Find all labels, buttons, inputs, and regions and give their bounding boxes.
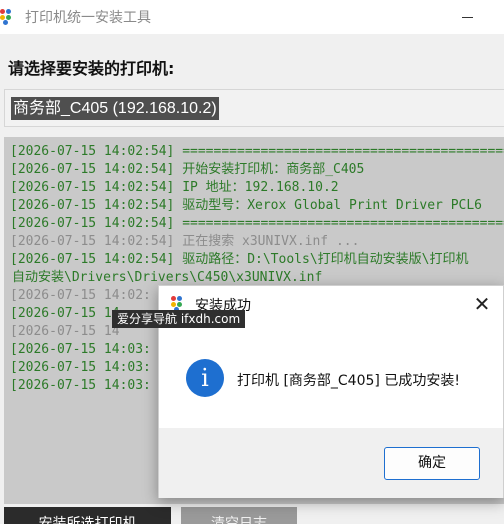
close-icon[interactable]: ✕ [465,290,499,318]
watermark: 爱分享导航 ifxdh.com [112,310,246,328]
dialog-message: 打印机 [商务部_C405] 已成功安装! [237,373,460,389]
info-icon: i [186,359,224,397]
log-line: [2026-07-15 14:02:54] 开始安装打印机：商务部_C405 [10,162,365,177]
install-printer-button[interactable]: 安装所选打印机 [4,507,171,524]
clear-log-button[interactable]: 清空日志 [181,507,297,524]
log-line: [2026-07-15 14:02:54] ==================… [10,144,504,159]
log-line: [2026-07-15 14:02:54] 驱动路径：D:\Tools\打印机自… [10,252,469,267]
window-title: 打印机统一安装工具 [25,10,151,26]
log-line: [2026-07-15 14:02:54] IP 地址：192.168.10.2 [10,180,339,195]
log-line: [2026-07-15 14 [10,324,120,339]
log-line: [2026-07-15 14 [10,306,120,321]
dialog-footer: 确定 [159,428,503,498]
minimize-button[interactable] [448,0,488,34]
log-line: [2026-07-15 14:03: [10,342,151,357]
ok-button[interactable]: 确定 [384,447,480,480]
log-line: [2026-07-15 14:02:54] 驱动型号：Xerox Global … [10,198,483,213]
title-bar: 打印机统一安装工具 [0,0,504,34]
app-dots-icon [0,9,16,25]
select-printer-label: 请选择要安装的打印机: [8,59,175,78]
log-line: [2026-07-15 14:03: [10,360,151,375]
log-line: [2026-07-15 14:02: [10,288,151,303]
log-line: [2026-07-15 14:02:54] ==================… [10,216,504,231]
printer-select-value: 商务部_C405 (192.168.10.2) [11,97,219,120]
printer-select[interactable]: 商务部_C405 (192.168.10.2) [4,89,504,127]
log-line: [2026-07-15 14:03: [10,378,151,393]
log-line: [2026-07-15 14:02:54] 正在搜索 x3UNIVX.inf .… [10,234,360,249]
